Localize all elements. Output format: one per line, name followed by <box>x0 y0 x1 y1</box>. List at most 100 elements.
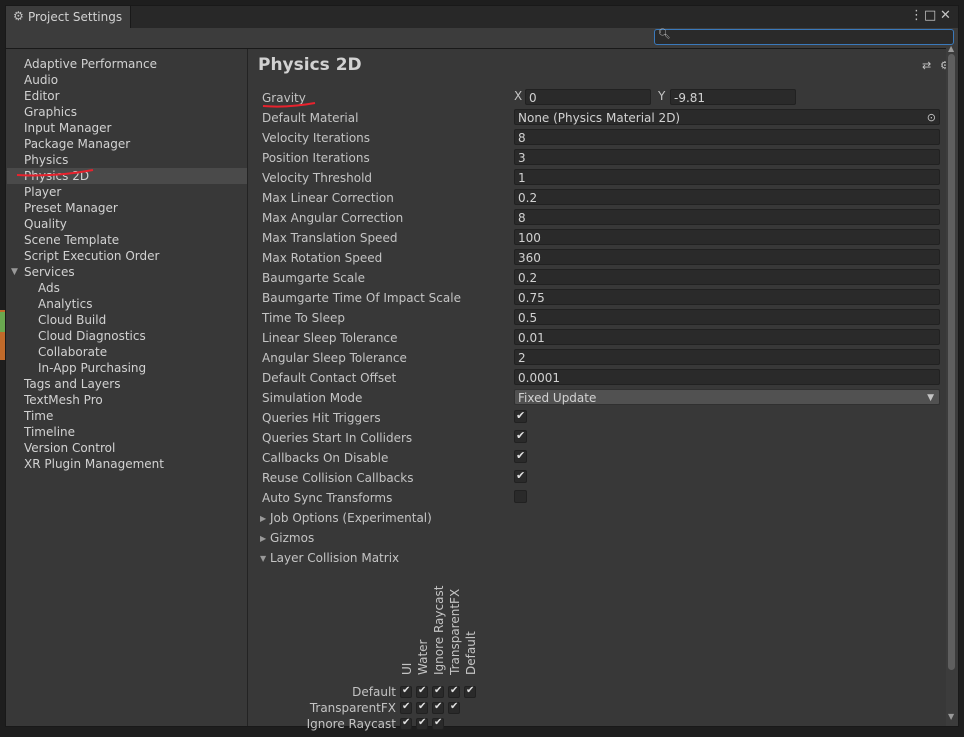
menu-icon[interactable]: ⋮ <box>910 8 923 23</box>
sidebar-item-label: Audio <box>24 73 59 87</box>
angular-sleep-tolerance-field[interactable]: 2 <box>514 349 940 365</box>
sidebar-item-textmesh-pro[interactable]: TextMesh Pro <box>7 392 247 408</box>
sidebar-item-label: Cloud Diagnostics <box>38 329 146 343</box>
default-material-field[interactable]: None (Physics Material 2D) ⊙ <box>514 109 940 125</box>
sidebar-item-in-app-purchasing[interactable]: In-App Purchasing <box>7 360 247 376</box>
matrix-column-label: Default <box>464 631 478 675</box>
checkmark-icon: ✔ <box>418 717 427 728</box>
auto-sync-transforms-checkbox[interactable] <box>514 490 527 503</box>
sidebar-item-collaborate[interactable]: Collaborate <box>7 344 247 360</box>
sidebar-item-physics-2d[interactable]: Physics 2D <box>7 168 247 184</box>
object-picker-icon[interactable]: ⊙ <box>927 110 936 126</box>
max-translation-speed-field[interactable]: 100 <box>514 229 940 245</box>
max-angular-correction-row: Max Angular Correction 8 <box>262 209 942 227</box>
sidebar-item-label: Version Control <box>24 441 116 455</box>
matrix-checkbox[interactable]: ✔ <box>416 685 428 698</box>
sidebar-item-quality[interactable]: Quality <box>7 216 247 232</box>
checkmark-icon: ✔ <box>434 701 443 712</box>
simulation-mode-value: Fixed Update <box>518 391 597 405</box>
max-linear-correction-field[interactable]: 0.2 <box>514 189 940 205</box>
matrix-checkbox[interactable]: ✔ <box>464 685 476 698</box>
scrollbar[interactable]: ▲ ▼ <box>946 44 958 726</box>
max-angular-correction-label: Max Angular Correction <box>262 211 404 225</box>
matrix-checkbox[interactable]: ✔ <box>448 685 460 698</box>
sidebar-item-label: Ads <box>38 281 60 295</box>
sidebar-item-version-control[interactable]: Version Control <box>7 440 247 456</box>
search-input[interactable]: 🔍︎ <box>654 29 954 45</box>
simulation-mode-dropdown[interactable]: Fixed Update ▼ <box>514 389 940 405</box>
gravity-y-field[interactable]: -9.81 <box>670 89 796 105</box>
sidebar-item-cloud-build[interactable]: Cloud Build <box>7 312 247 328</box>
matrix-checkbox[interactable]: ✔ <box>416 701 428 714</box>
scrollbar-thumb[interactable] <box>948 54 955 670</box>
reuse-collision-callbacks-checkbox[interactable]: ✔ <box>514 469 527 483</box>
sidebar-item-editor[interactable]: Editor <box>7 88 247 104</box>
sidebar-item-label: Cloud Build <box>38 313 107 327</box>
matrix-checkbox[interactable]: ✔ <box>432 701 444 714</box>
matrix-column-label: UI <box>400 662 414 675</box>
maximize-icon[interactable]: □ <box>924 8 936 23</box>
sidebar-item-label: Quality <box>24 217 67 231</box>
matrix-checkbox[interactable]: ✔ <box>432 717 444 730</box>
sidebar-item-audio[interactable]: Audio <box>7 72 247 88</box>
sidebar-item-physics[interactable]: Physics <box>7 152 247 168</box>
queries-start-in-colliders-checkbox[interactable]: ✔ <box>514 429 527 443</box>
matrix-checkbox[interactable]: ✔ <box>416 717 428 730</box>
default-contact-offset-field[interactable]: 0.0001 <box>514 369 940 385</box>
sidebar-item-label: Adaptive Performance <box>24 57 157 71</box>
sidebar-item-scene-template[interactable]: Scene Template <box>7 232 247 248</box>
matrix-checkbox[interactable]: ✔ <box>400 717 412 730</box>
sidebar-item-ads[interactable]: Ads <box>7 280 247 296</box>
max-angular-correction-field[interactable]: 8 <box>514 209 940 225</box>
window-tab[interactable]: ⚙ Project Settings <box>6 6 131 29</box>
queries-hit-triggers-row: Queries Hit Triggers ✔ <box>262 409 942 427</box>
gravity-x-field[interactable]: 0 <box>525 89 651 105</box>
callbacks-on-disable-checkbox[interactable]: ✔ <box>514 449 527 463</box>
sidebar-item-input-manager[interactable]: Input Manager <box>7 120 247 136</box>
position-iterations-field[interactable]: 3 <box>514 149 940 165</box>
sidebar-item-cloud-diagnostics[interactable]: Cloud Diagnostics <box>7 328 247 344</box>
collapsed-arrow-icon[interactable]: ▶ <box>260 534 266 543</box>
sidebar-item-preset-manager[interactable]: Preset Manager <box>7 200 247 216</box>
scroll-down-icon[interactable]: ▼ <box>948 712 954 721</box>
velocity-threshold-field[interactable]: 1 <box>514 169 940 185</box>
sidebar-item-time[interactable]: Time <box>7 408 247 424</box>
matrix-row-label: Default <box>352 685 396 699</box>
expand-arrow-icon[interactable]: ▼ <box>11 264 18 280</box>
matrix-checkbox[interactable]: ✔ <box>400 701 412 714</box>
sidebar-item-player[interactable]: Player <box>7 184 247 200</box>
max-rotation-speed-field[interactable]: 360 <box>514 249 940 265</box>
sidebar-item-tags-and-layers[interactable]: Tags and Layers <box>7 376 247 392</box>
sidebar-item-graphics[interactable]: Graphics <box>7 104 247 120</box>
close-icon[interactable]: ✕ <box>940 8 951 23</box>
sidebar-item-analytics[interactable]: Analytics <box>7 296 247 312</box>
search-icon: 🔍︎ <box>658 29 671 40</box>
position-iterations-row: Position Iterations 3 <box>262 149 942 167</box>
baumgarte-time-of-impact-scale-field[interactable]: 0.75 <box>514 289 940 305</box>
queries-start-in-colliders-row: Queries Start In Colliders ✔ <box>262 429 942 447</box>
baumgarte-time-of-impact-scale-label: Baumgarte Time Of Impact Scale <box>262 291 461 305</box>
sidebar-item-adaptive-performance[interactable]: Adaptive Performance <box>7 56 247 72</box>
preset-icon[interactable]: ⇄ <box>922 59 931 72</box>
time-to-sleep-field[interactable]: 0.5 <box>514 309 940 325</box>
matrix-checkbox[interactable]: ✔ <box>400 685 412 698</box>
scroll-up-icon[interactable]: ▲ <box>948 44 954 53</box>
sidebar-item-label: Scene Template <box>24 233 120 247</box>
baumgarte-scale-field[interactable]: 0.2 <box>514 269 940 285</box>
velocity-iterations-field[interactable]: 8 <box>514 129 940 145</box>
sidebar-item-xr-plugin-management[interactable]: XR Plugin Management <box>7 456 247 472</box>
queries-hit-triggers-checkbox[interactable]: ✔ <box>514 409 527 423</box>
collapsed-arrow-icon[interactable]: ▶ <box>260 514 266 523</box>
sidebar-item-package-manager[interactable]: Package Manager <box>7 136 247 152</box>
matrix-checkbox[interactable]: ✔ <box>432 685 444 698</box>
sidebar-item-timeline[interactable]: Timeline <box>7 424 247 440</box>
sidebar-item-services[interactable]: ▼ Services <box>7 264 247 280</box>
foldout-label: Job Options (Experimental) <box>270 511 432 525</box>
max-rotation-speed-label: Max Rotation Speed <box>262 251 383 265</box>
max-linear-correction-row: Max Linear Correction 0.2 <box>262 189 942 207</box>
linear-sleep-tolerance-field[interactable]: 0.01 <box>514 329 940 345</box>
sidebar-item-script-execution-order[interactable]: Script Execution Order <box>7 248 247 264</box>
matrix-checkbox[interactable]: ✔ <box>448 701 460 714</box>
expanded-arrow-icon[interactable]: ▼ <box>260 554 266 563</box>
position-iterations-label: Position Iterations <box>262 151 370 165</box>
